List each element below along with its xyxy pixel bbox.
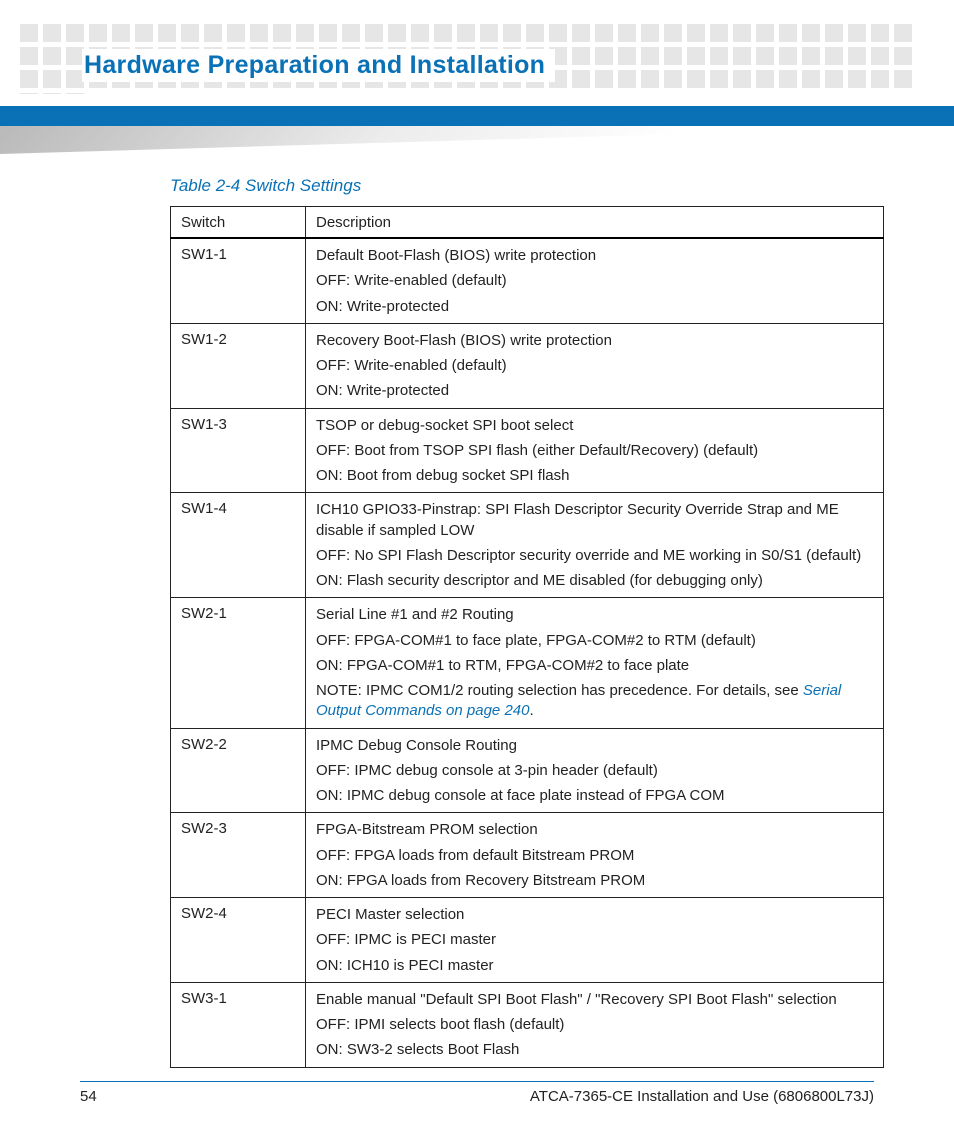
- description-line: OFF: FPGA loads from default Bitstream P…: [316, 846, 873, 866]
- description-line: Default Boot-Flash (BIOS) write protecti…: [316, 246, 873, 266]
- note-suffix: .: [529, 702, 533, 719]
- description-line: PECI Master selection: [316, 905, 873, 925]
- description-cell: TSOP or debug-socket SPI boot select OFF:…: [306, 408, 884, 493]
- description-line: ON: Boot from debug socket SPI flash: [316, 466, 873, 486]
- description-cell: Recovery Boot-Flash (BIOS) write protect…: [306, 323, 884, 408]
- table-header-row: Switch Description: [171, 207, 884, 239]
- description-line: Enable manual "Default SPI Boot Flash" /…: [316, 990, 873, 1010]
- switch-cell: SW2-3: [171, 813, 306, 898]
- footer-rule: [80, 1081, 874, 1082]
- table-row: SW3-1 Enable manual "Default SPI Boot Fla…: [171, 982, 884, 1067]
- description-note: NOTE: IPMC COM1/2 routing selection has …: [316, 681, 873, 722]
- switch-cell: SW1-2: [171, 323, 306, 408]
- description-line: OFF: IPMC is PECI master: [316, 930, 873, 950]
- description-cell: PECI Master selection OFF: IPMC is PECI m…: [306, 898, 884, 983]
- switch-cell: SW2-4: [171, 898, 306, 983]
- description-line: ON: ICH10 is PECI master: [316, 956, 873, 976]
- note-prefix: NOTE: IPMC COM1/2 routing selection has …: [316, 682, 803, 699]
- switch-cell: SW1-4: [171, 493, 306, 598]
- description-line: Serial Line #1 and #2 Routing: [316, 605, 873, 625]
- page-content: Table 2-4 Switch Settings Switch Descrip…: [170, 176, 884, 1068]
- description-cell: Default Boot-Flash (BIOS) write protecti…: [306, 238, 884, 323]
- description-line: ON: IPMC debug console at face plate ins…: [316, 786, 873, 806]
- switch-cell: SW2-2: [171, 728, 306, 813]
- description-cell: ICH10 GPIO33-Pinstrap: SPI Flash Descrip…: [306, 493, 884, 598]
- switch-cell: SW2-1: [171, 598, 306, 728]
- switch-cell: SW1-3: [171, 408, 306, 493]
- table-row: SW2-4 PECI Master selection OFF: IPMC is P…: [171, 898, 884, 983]
- description-cell: Enable manual "Default SPI Boot Flash" /…: [306, 982, 884, 1067]
- table-row: SW1-4ICH10 GPIO33-Pinstrap: SPI Flash De…: [171, 493, 884, 598]
- description-line: ON: SW3-2 selects Boot Flash: [316, 1040, 873, 1060]
- description-line: ON: Write-protected: [316, 297, 873, 317]
- page-number: 54: [80, 1088, 97, 1105]
- doc-title: ATCA-7365-CE Installation and Use (68068…: [530, 1088, 874, 1105]
- section-title: Hardware Preparation and Installation: [82, 49, 555, 82]
- description-cell: FPGA-Bitstream PROM selection OFF: FPGA l…: [306, 813, 884, 898]
- switch-cell: SW3-1: [171, 982, 306, 1067]
- description-cell: IPMC Debug Console Routing OFF: IPMC debu…: [306, 728, 884, 813]
- description-line: OFF: Write-enabled (default): [316, 356, 873, 376]
- col-header-switch: Switch: [171, 207, 306, 239]
- description-line: ON: Flash security descriptor and ME dis…: [316, 571, 873, 591]
- col-header-description: Description: [306, 207, 884, 239]
- description-line: Recovery Boot-Flash (BIOS) write protect…: [316, 331, 873, 351]
- description-line: OFF: No SPI Flash Descriptor security ov…: [316, 546, 873, 566]
- description-line: OFF: Write-enabled (default): [316, 271, 873, 291]
- description-line: ON: FPGA-COM#1 to RTM, FPGA-COM#2 to fac…: [316, 656, 873, 676]
- header-wedge: [0, 126, 954, 154]
- description-line: OFF: FPGA-COM#1 to face plate, FPGA-COM#…: [316, 631, 873, 651]
- page-footer: 54 ATCA-7365-CE Installation and Use (68…: [80, 1081, 874, 1105]
- description-line: IPMC Debug Console Routing: [316, 736, 873, 756]
- table-row: SW2-3 FPGA-Bitstream PROM selection OFF: F…: [171, 813, 884, 898]
- table-row: SW2-2 IPMC Debug Console Routing OFF: IPMC…: [171, 728, 884, 813]
- description-cell: Serial Line #1 and #2 Routing OFF: FPGA-C…: [306, 598, 884, 728]
- table-row: SW1-1 Default Boot-Flash (BIOS) write pro…: [171, 238, 884, 323]
- table-row: SW1-2 Recovery Boot-Flash (BIOS) write pr…: [171, 323, 884, 408]
- description-line: FPGA-Bitstream PROM selection: [316, 820, 873, 840]
- table-caption: Table 2-4 Switch Settings: [170, 176, 884, 196]
- switch-cell: SW1-1: [171, 238, 306, 323]
- table-row: SW2-1 Serial Line #1 and #2 Routing OFF: F…: [171, 598, 884, 728]
- description-line: OFF: Boot from TSOP SPI flash (either De…: [316, 441, 873, 461]
- description-line: OFF: IPMI selects boot flash (default): [316, 1015, 873, 1035]
- table-row: SW1-3TSOP or debug-socket SPI boot selec…: [171, 408, 884, 493]
- description-line: ON: FPGA loads from Recovery Bitstream P…: [316, 871, 873, 891]
- description-line: ON: Write-protected: [316, 381, 873, 401]
- description-line: ICH10 GPIO33-Pinstrap: SPI Flash Descrip…: [316, 500, 873, 541]
- switch-settings-table: Switch Description SW1-1 Default Boot-Fla…: [170, 206, 884, 1068]
- description-line: TSOP or debug-socket SPI boot select: [316, 416, 873, 436]
- description-line: OFF: IPMC debug console at 3-pin header …: [316, 761, 873, 781]
- header-blue-bar: [0, 106, 954, 126]
